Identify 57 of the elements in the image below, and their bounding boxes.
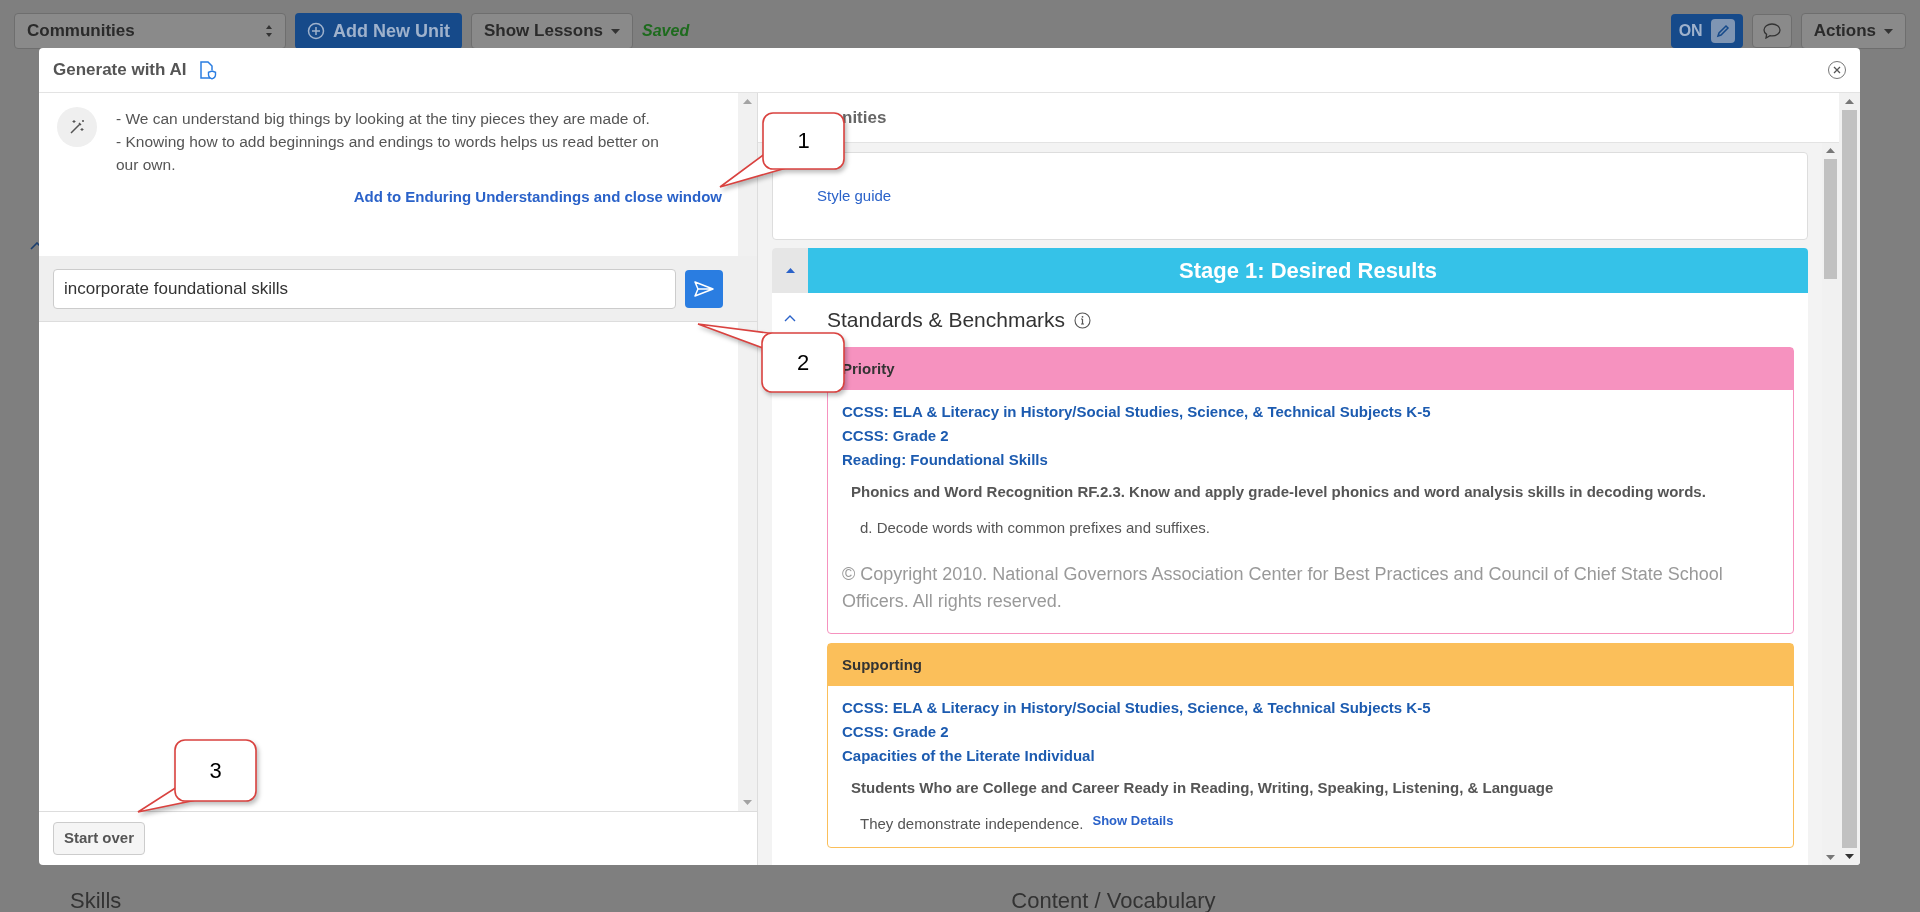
document-shield-icon (198, 60, 217, 80)
plus-circle-icon (307, 22, 325, 40)
caret-icon (611, 28, 621, 34)
start-over-button[interactable]: Start over (53, 822, 146, 855)
show-lessons-button[interactable]: Show Lessons (471, 13, 634, 49)
add-to-understandings-link[interactable]: Add to Enduring Understandings and close window (353, 186, 722, 209)
unit-select[interactable]: Communities (14, 13, 286, 49)
callout-number: 3 (209, 759, 222, 782)
standard-link[interactable]: CCSS: ELA & Literacy in History/Social Studies, Science, & Technical Subjects K-5 (842, 400, 1431, 424)
add-unit-button[interactable]: Add New Unit (295, 13, 462, 49)
standard-detail: d. Decode words with common prefixes and suffixes. (860, 517, 1210, 538)
speech-bubble-icon (1762, 23, 1781, 39)
standard-link[interactable]: CCSS: Grade 2 (842, 424, 949, 448)
caret-up-icon (785, 268, 795, 273)
prompt-input[interactable]: incorporate foundational skills (53, 268, 676, 309)
scroll-up-icon[interactable] (1845, 99, 1854, 104)
assistant-message: - We can understand big things by looking at the tiny pieces they are made of. (116, 109, 651, 129)
magic-wand-icon (57, 107, 97, 147)
callout-number: 1 (797, 130, 810, 152)
callout-number: 2 (797, 351, 810, 374)
close-icon (1833, 66, 1841, 74)
style-guide-link[interactable]: Style guide (817, 185, 892, 208)
section-title: Standards & Benchmarks (827, 307, 1066, 334)
scrollbar[interactable] (738, 93, 757, 256)
send-icon (694, 280, 714, 297)
dialog-title: Generate with AI (53, 59, 187, 82)
standard-link[interactable]: CCSS: Grade 2 (842, 720, 949, 744)
chevron-up-icon (784, 315, 796, 322)
standard-link[interactable]: Reading: Foundational Skills (842, 448, 1048, 472)
actions-button[interactable]: Actions (1800, 13, 1906, 49)
send-button[interactable] (685, 269, 723, 308)
caret-icon (1884, 28, 1893, 34)
comment-button[interactable] (1751, 14, 1792, 48)
standard-text: Phonics and Word Recognition RF.2.3. Know and apply grade-level phonics and word analysis skills in decoding words. (851, 482, 1707, 502)
scrollbar-thumb[interactable] (1842, 110, 1857, 848)
info-icon (1074, 311, 1092, 329)
scrollbar[interactable] (738, 322, 757, 811)
section-heading: Content / Vocabulary (1011, 890, 1216, 912)
pencil-icon (1710, 19, 1735, 43)
scroll-down-icon[interactable] (1845, 854, 1854, 859)
sort-icon (265, 24, 273, 38)
assistant-message: - Knowing how to add beginnings and endings to words helps us read better on our own. (116, 132, 660, 175)
show-details-link[interactable]: Show Details (1092, 810, 1174, 830)
document-title: nities (842, 106, 887, 129)
standard-group-header: Supporting (828, 644, 1793, 686)
section-heading: Skills (70, 890, 122, 912)
edit-toggle[interactable]: ON (1670, 14, 1743, 48)
scroll-up-icon[interactable] (1826, 148, 1835, 153)
standard-detail: They demonstrate independence. (860, 813, 1084, 834)
standard-text: Students Who are College and Career Ready in Reading, Writing, Speaking, Listening, & Language (851, 778, 1555, 798)
copyright-notice: © Copyright 2010. National Governors Association Center for Best Practices and Council of Chief State School Officers. All rights reserved. (842, 563, 1724, 613)
standard-link[interactable]: Capacities of the Literate Individual (842, 744, 1095, 768)
save-status: Saved (642, 21, 690, 41)
standard-link[interactable]: CCSS: ELA & Literacy in History/Social Studies, Science, & Technical Subjects K-5 (842, 696, 1431, 720)
stage-banner: Stage 1: Desired Results (808, 248, 1808, 293)
scrollbar-thumb[interactable] (1824, 159, 1837, 279)
scroll-up-icon[interactable] (743, 99, 752, 104)
